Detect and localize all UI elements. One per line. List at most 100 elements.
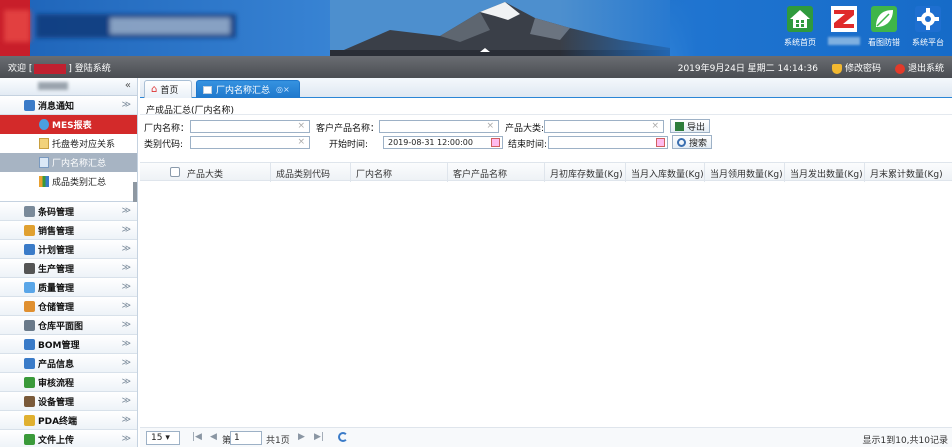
- column-divider: [270, 163, 271, 182]
- welcome-suffix: ] 登陆系统: [68, 64, 111, 74]
- export-button[interactable]: 导出: [670, 119, 711, 133]
- records-summary: 显示1到10,共10记录: [862, 436, 949, 446]
- column-header[interactable]: 成品类别代码: [276, 167, 330, 180]
- system-platform-button[interactable]: 系统平台: [906, 6, 950, 52]
- first-page-icon[interactable]: |◀: [192, 432, 202, 442]
- table-header: 产品大类 成品类别代码 厂内名称 客户产品名称 月初库存数量(Kg) 当月入库数量(Kg)…: [140, 162, 952, 182]
- tab-home[interactable]: ⌂ 首页: [144, 80, 192, 98]
- menu-group-pda[interactable]: PDA终端 ≫: [0, 411, 137, 430]
- page-number-input[interactable]: 1: [230, 431, 262, 445]
- chevron-down-icon: ≫: [121, 396, 131, 406]
- clear-icon[interactable]: ×: [297, 121, 305, 132]
- calendar-icon[interactable]: [491, 138, 500, 147]
- menu-group-notifications[interactable]: 消息通知 ≫: [0, 96, 137, 115]
- column-header[interactable]: 月初库存数量(Kg): [550, 167, 623, 180]
- table-icon: [39, 157, 49, 168]
- column-header[interactable]: 产品大类: [187, 167, 223, 180]
- menu-group-upload[interactable]: 文件上传 ≫: [0, 430, 137, 447]
- tab-bar: ⌂ 首页 厂内名称汇总 ◎×: [140, 78, 952, 98]
- menu-group-barcode[interactable]: 条码管理 ≫: [0, 202, 137, 221]
- menu-group-label: 仓库平面图: [38, 321, 84, 332]
- tab-factory-name-summary[interactable]: 厂内名称汇总 ◎×: [196, 80, 300, 98]
- menu-group-label: 消息通知: [38, 101, 75, 112]
- menu-group-label: 计划管理: [38, 245, 75, 256]
- system-home-label: 系统首页: [784, 38, 816, 47]
- chart-icon: [24, 301, 35, 312]
- sidebar-item-factory-name-summary[interactable]: 厂内名称汇总: [0, 153, 137, 172]
- customer-product-name-input[interactable]: ×: [379, 120, 499, 133]
- bar-chart-icon: [39, 176, 49, 187]
- product-icon: [24, 358, 35, 369]
- end-time-label: 结束时间:: [508, 140, 548, 150]
- select-all-checkbox[interactable]: [170, 167, 180, 177]
- chevron-down-icon: ≫: [121, 320, 131, 330]
- chevron-down-icon: ≫: [121, 415, 131, 425]
- menu-group-label: 质量管理: [38, 283, 75, 294]
- pda-icon: [24, 415, 35, 426]
- menu-group-sales[interactable]: 销售管理 ≫: [0, 221, 137, 240]
- start-time-value: 2019-08-31 12:00:00: [388, 138, 473, 147]
- sidebar-item-label: 托盘卷对应关系: [52, 140, 116, 150]
- column-divider: [784, 163, 785, 182]
- menu-group-tool[interactable]: 设备管理 ≫: [0, 392, 137, 411]
- z-logo-button[interactable]: [822, 6, 866, 52]
- logout-link[interactable]: 退出系统: [894, 61, 944, 74]
- column-header[interactable]: 当月发出数量(Kg): [790, 167, 863, 180]
- menu-group-bulb[interactable]: 质量管理 ≫: [0, 278, 137, 297]
- menu-mes-reports[interactable]: MES报表: [0, 115, 137, 134]
- menu-group-map[interactable]: 仓库平面图 ≫: [0, 316, 137, 335]
- column-header[interactable]: 当月领用数量(Kg): [710, 167, 783, 180]
- column-header[interactable]: 月末累计数量(Kg): [870, 167, 943, 180]
- column-divider: [704, 163, 705, 182]
- change-password-label: 修改密码: [844, 64, 881, 74]
- type-code-label: 类别代码:: [144, 140, 184, 150]
- sidebar-item-pallet-roll[interactable]: 托盘卷对应关系: [0, 134, 137, 153]
- clear-icon[interactable]: ×: [486, 121, 494, 132]
- anti-error-button[interactable]: 看图防错: [862, 6, 906, 52]
- pagination-bar: 15 ▾ |◀ ◀ 第 1 共1页 ▶ ▶| 显示1到10,共10记录: [140, 427, 952, 447]
- excel-icon: [675, 121, 684, 131]
- column-header[interactable]: 当月入库数量(Kg): [631, 167, 704, 180]
- column-header[interactable]: 厂内名称: [356, 167, 392, 180]
- export-label: 导出: [687, 122, 706, 133]
- type-code-input[interactable]: ×: [190, 136, 310, 149]
- search-button[interactable]: 搜索: [672, 135, 713, 149]
- menu-group-plan[interactable]: 计划管理 ≫: [0, 240, 137, 259]
- power-icon: [894, 63, 905, 74]
- menu-group-bom[interactable]: BOM管理 ≫: [0, 335, 137, 354]
- chevron-down-icon: ≫: [121, 358, 131, 368]
- refresh-icon[interactable]: [338, 432, 348, 442]
- chevron-down-icon: ≫: [121, 225, 131, 235]
- product-category-input[interactable]: ×: [544, 120, 664, 133]
- system-home-button[interactable]: 系统首页: [778, 6, 822, 52]
- start-time-input[interactable]: 2019-08-31 12:00:00: [383, 136, 503, 149]
- prev-page-icon[interactable]: ◀: [210, 432, 217, 442]
- menu-group-list[interactable]: 生产管理 ≫: [0, 259, 137, 278]
- customer-product-name-label: 客户产品名称：: [316, 124, 380, 134]
- leaf-icon: [871, 6, 897, 32]
- company-logo: [0, 0, 236, 56]
- change-password-link[interactable]: 修改密码: [831, 61, 881, 74]
- calendar-icon[interactable]: [656, 138, 665, 147]
- next-page-icon[interactable]: ▶: [298, 432, 305, 442]
- end-time-input[interactable]: [548, 136, 668, 149]
- document-icon: [203, 85, 212, 94]
- clear-icon[interactable]: ×: [651, 121, 659, 132]
- menu-group-flow[interactable]: 审核流程 ≫: [0, 373, 137, 392]
- info-bar-right: 2019年9月24日 星期二 14:14:36 修改密码 退出系统: [678, 61, 944, 74]
- document-icon: [39, 138, 49, 149]
- close-icon[interactable]: ◎×: [276, 85, 290, 94]
- menu-groups: 条码管理 ≫ 销售管理 ≫ 计划管理 ≫ 生产管理 ≫ 质量管理 ≫ 仓储管理 ≫ 仓库平面图 ≫ BOM管…: [0, 202, 137, 447]
- page-size-select[interactable]: 15 ▾: [146, 431, 180, 445]
- column-header[interactable]: 客户产品名称: [453, 167, 507, 180]
- chevron-down-icon: ≫: [121, 244, 131, 254]
- menu-group-product[interactable]: 产品信息 ≫: [0, 354, 137, 373]
- sidebar-item-product-category-summary[interactable]: 成品类别汇总: [0, 172, 137, 191]
- filter-form: 厂内名称： × 客户产品名称： × 产品大类: × 导出 类别代码: × 开始时…: [140, 115, 952, 151]
- collapse-sidebar-button[interactable]: «: [125, 80, 131, 91]
- last-page-icon[interactable]: ▶|: [314, 432, 324, 442]
- clear-icon[interactable]: ×: [297, 137, 305, 148]
- factory-name-input[interactable]: ×: [190, 120, 310, 133]
- mes-label: MES报表: [52, 121, 92, 131]
- menu-group-chart[interactable]: 仓储管理 ≫: [0, 297, 137, 316]
